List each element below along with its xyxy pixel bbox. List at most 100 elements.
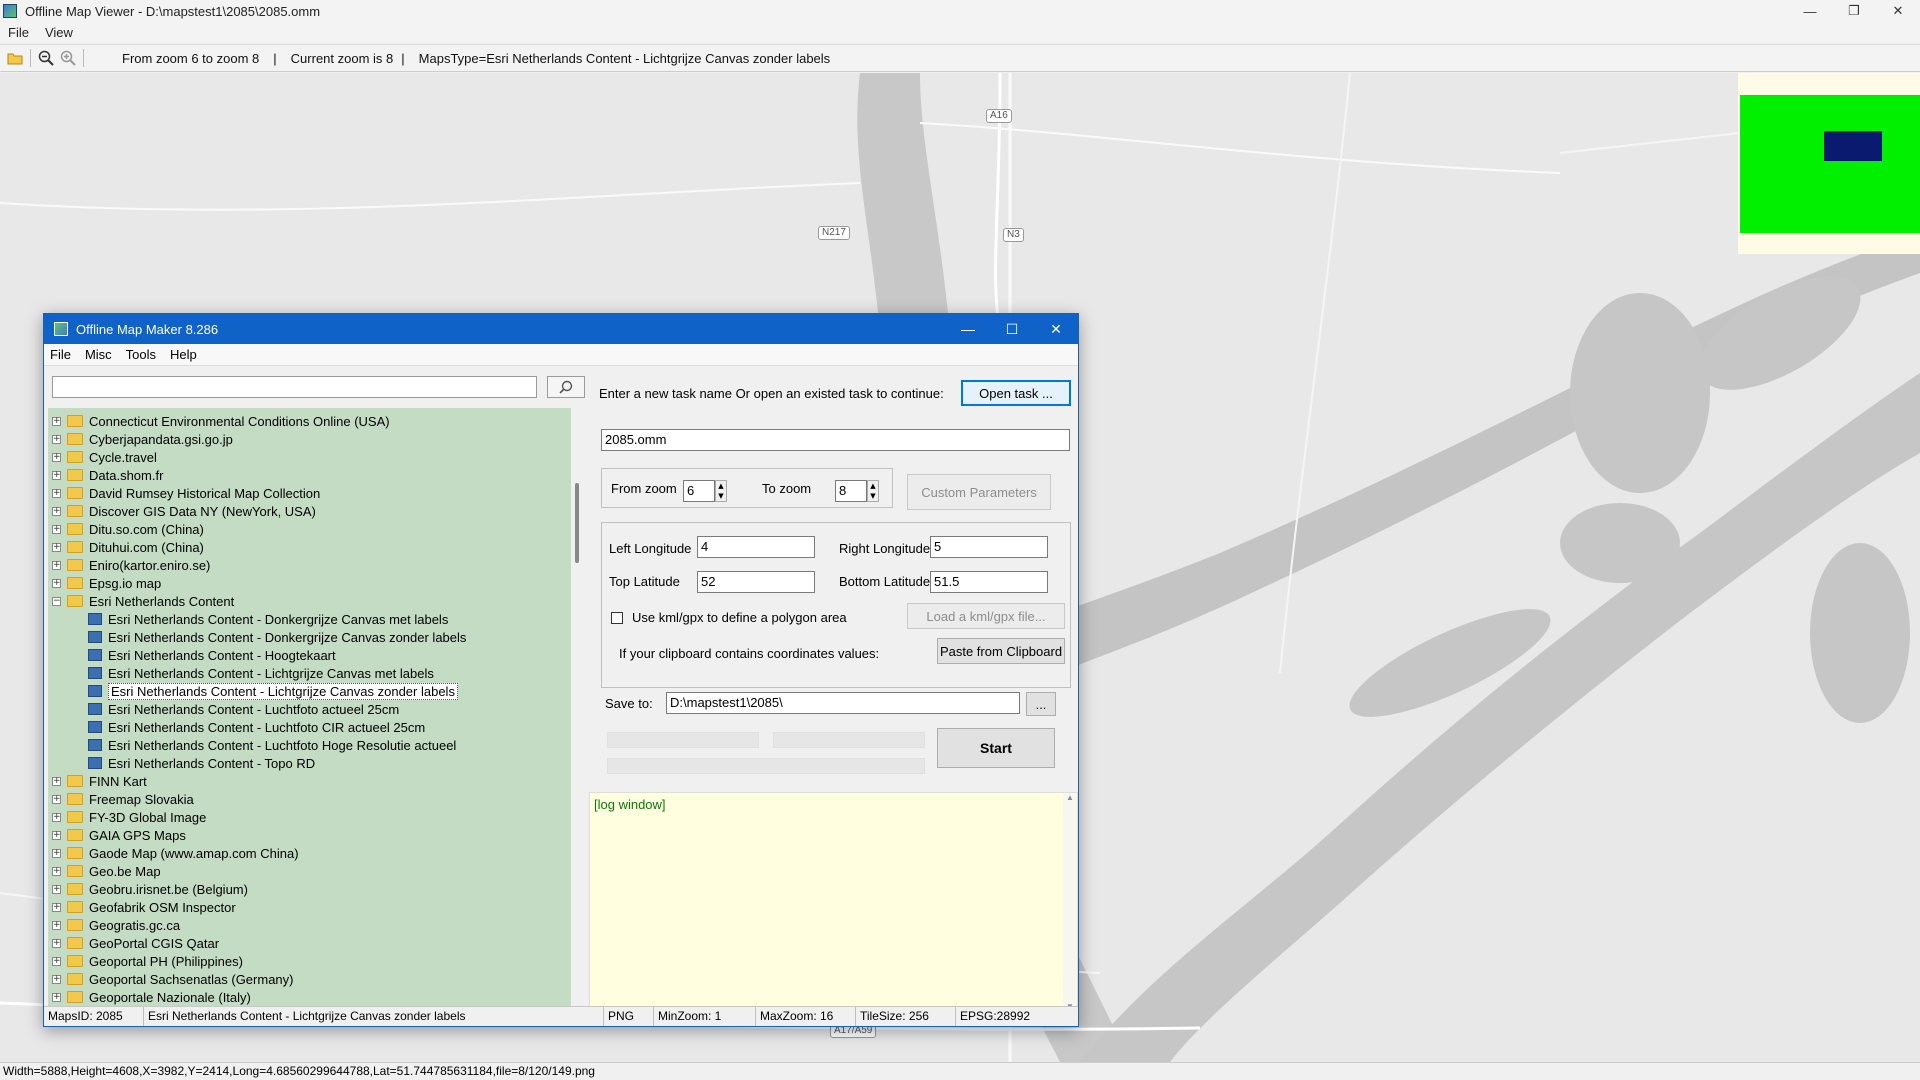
tree-folder-item[interactable]: + Geobru.irisnet.be (Belgium) (52, 880, 248, 898)
expand-icon[interactable]: + (52, 524, 61, 534)
maximize-icon[interactable]: ☐ (990, 314, 1034, 344)
tree-scrollbar-thumb[interactable] (575, 483, 579, 563)
expand-icon[interactable]: + (52, 452, 61, 462)
expand-icon[interactable]: + (52, 920, 61, 930)
expand-icon[interactable]: + (52, 902, 61, 912)
expand-icon[interactable]: + (52, 974, 61, 984)
dialog-menu-file[interactable]: File (44, 347, 78, 362)
zoom-in-icon[interactable] (57, 47, 79, 69)
tree-folder-item[interactable]: + Gaode Map (www.amap.com China) (52, 844, 299, 862)
expand-icon[interactable]: + (52, 416, 61, 426)
tree-folder-item[interactable]: + Geoportal Sachsenatlas (Germany) (52, 970, 293, 988)
overview-viewport-indicator[interactable] (1824, 131, 1882, 161)
browse-folder-button[interactable]: ... (1026, 692, 1056, 716)
collapse-icon[interactable]: − (52, 596, 61, 606)
tree-folder-item[interactable]: − Esri Netherlands Content (52, 592, 234, 610)
expand-icon[interactable]: + (52, 812, 61, 822)
tree-folder-item[interactable]: + Data.shom.fr (52, 466, 163, 484)
expand-icon[interactable]: + (52, 506, 61, 516)
tree-folder-item[interactable]: + Geofabrik OSM Inspector (52, 898, 236, 916)
tree-folder-item[interactable]: + Dituhui.com (China) (52, 538, 204, 556)
tree-folder-item[interactable]: + David Rumsey Historical Map Collection (52, 484, 320, 502)
tree-folder-item[interactable]: + Connecticut Environmental Conditions On… (52, 412, 390, 430)
bottom-latitude-input[interactable]: 51.5 (930, 571, 1048, 593)
search-input[interactable] (52, 376, 537, 398)
tree-folder-item[interactable]: + Freemap Slovakia (52, 790, 194, 808)
tree-folder-item[interactable]: + Geoportale Nazionale (Italy) (52, 988, 251, 1006)
save-to-input[interactable]: D:\mapstest1\2085\ (666, 692, 1020, 714)
dialog-menu-misc[interactable]: Misc (78, 347, 119, 362)
expand-icon[interactable]: + (52, 560, 61, 570)
tree-folder-item[interactable]: + FINN Kart (52, 772, 147, 790)
tree-folder-item[interactable]: + Epsg.io map (52, 574, 161, 592)
tree-folder-item[interactable]: + GAIA GPS Maps (52, 826, 186, 844)
open-task-button[interactable]: Open task ... (961, 380, 1071, 406)
expand-icon[interactable]: + (52, 488, 61, 498)
viewer-menu-view[interactable]: View (37, 25, 81, 40)
custom-parameters-button[interactable]: Custom Parameters (907, 474, 1051, 510)
expand-icon[interactable]: + (52, 848, 61, 858)
log-window[interactable]: [log window] ▲▼ (589, 792, 1078, 1014)
expand-icon[interactable]: + (52, 542, 61, 552)
dialog-menu-help[interactable]: Help (163, 347, 204, 362)
tree-folder-item[interactable]: + Cycle.travel (52, 448, 157, 466)
load-kml-button[interactable]: Load a kml/gpx file... (907, 603, 1065, 629)
tree-map-item[interactable]: Esri Netherlands Content - Luchtfoto CIR… (88, 718, 425, 736)
tree-map-item[interactable]: Esri Netherlands Content - Luchtfoto Hog… (88, 736, 456, 754)
from-zoom-spinner[interactable]: ▲ ▼ (715, 480, 727, 502)
tree-folder-item[interactable]: + Eniro(kartor.eniro.se) (52, 556, 210, 574)
map-source-tree[interactable]: + Connecticut Environmental Conditions On… (48, 408, 571, 1008)
right-longitude-input[interactable]: 5 (930, 536, 1048, 558)
tree-folder-item[interactable]: + Geo.be Map (52, 862, 161, 880)
kml-polygon-checkbox[interactable] (611, 612, 623, 624)
close-icon[interactable]: ✕ (1876, 0, 1920, 22)
tree-map-item[interactable]: Esri Netherlands Content - Lichtgrijze C… (88, 664, 434, 682)
tree-map-item[interactable]: Esri Netherlands Content - Donkergrijze … (88, 610, 448, 628)
tree-folder-item[interactable]: + Geoportal PH (Philippines) (52, 952, 243, 970)
tree-map-item[interactable]: Esri Netherlands Content - Luchtfoto act… (88, 700, 399, 718)
tree-item-label: Esri Netherlands Content - Hoogtekaart (108, 647, 336, 663)
expand-icon[interactable]: + (52, 434, 61, 444)
zoom-out-icon[interactable] (35, 47, 57, 69)
tree-folder-item[interactable]: + GeoPortal CGIS Qatar (52, 934, 219, 952)
tree-folder-item[interactable]: + Geogratis.gc.ca (52, 916, 180, 934)
expand-icon[interactable]: + (52, 794, 61, 804)
tree-folder-item[interactable]: + FY-3D Global Image (52, 808, 206, 826)
expand-icon[interactable]: + (52, 884, 61, 894)
from-zoom-input[interactable]: 6 (683, 480, 715, 502)
to-zoom-spinner[interactable]: ▲ ▼ (867, 480, 879, 502)
task-name-input[interactable]: 2085.omm (601, 429, 1070, 451)
tree-map-item[interactable]: Esri Netherlands Content - Lichtgrijze C… (88, 682, 458, 700)
log-scrollbar[interactable]: ▲▼ (1063, 793, 1077, 1013)
tree-folder-item[interactable]: + Discover GIS Data NY (NewYork, USA) (52, 502, 316, 520)
tree-scrollbar[interactable] (572, 408, 584, 1008)
expand-icon[interactable]: + (52, 830, 61, 840)
close-icon[interactable]: ✕ (1034, 314, 1078, 344)
search-button[interactable] (547, 376, 585, 398)
tree-map-item[interactable]: Esri Netherlands Content - Hoogtekaart (88, 646, 336, 664)
expand-icon[interactable]: + (52, 938, 61, 948)
tree-map-item[interactable]: Esri Netherlands Content - Donkergrijze … (88, 628, 466, 646)
restore-icon[interactable]: ❐ (1832, 0, 1876, 22)
top-latitude-input[interactable]: 52 (697, 571, 815, 593)
start-button[interactable]: Start (937, 728, 1055, 768)
tree-folder-item[interactable]: + Ditu.so.com (China) (52, 520, 204, 538)
paste-from-clipboard-button[interactable]: Paste from Clipboard (937, 638, 1065, 664)
to-zoom-input[interactable]: 8 (835, 480, 867, 502)
expand-icon[interactable]: + (52, 956, 61, 966)
overview-minimap[interactable] (1738, 73, 1920, 254)
dialog-menu-tools[interactable]: Tools (119, 347, 163, 362)
open-folder-icon[interactable] (4, 47, 26, 69)
expand-icon[interactable]: + (52, 866, 61, 876)
viewer-menu-file[interactable]: File (0, 25, 37, 40)
minimize-icon[interactable]: — (1788, 0, 1832, 22)
minimize-icon[interactable]: — (946, 314, 990, 344)
left-longitude-input[interactable]: 4 (697, 536, 815, 558)
tree-map-item[interactable]: Esri Netherlands Content - Topo RD (88, 754, 315, 772)
expand-icon[interactable]: + (52, 992, 61, 1002)
tree-folder-item[interactable]: + Cyberjapandata.gsi.go.jp (52, 430, 233, 448)
expand-icon[interactable]: + (52, 776, 61, 786)
dialog-titlebar[interactable]: Offline Map Maker 8.286 — ☐ ✕ (44, 314, 1078, 344)
expand-icon[interactable]: + (52, 578, 61, 588)
expand-icon[interactable]: + (52, 470, 61, 480)
